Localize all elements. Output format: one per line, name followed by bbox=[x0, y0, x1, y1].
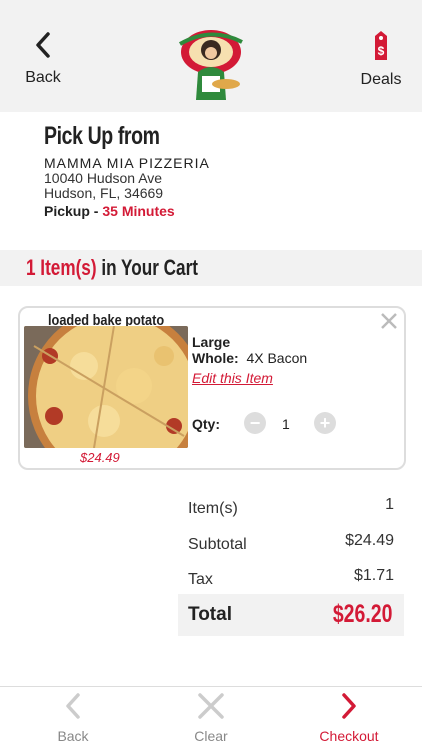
cart-item-count: 1 Item(s) bbox=[26, 255, 97, 280]
bottom-back-button[interactable]: Back bbox=[28, 691, 118, 744]
logo-graphic bbox=[178, 30, 243, 100]
totals-tax-label: Tax bbox=[188, 571, 213, 588]
address-line-1: 10040 Hudson Ave bbox=[44, 170, 163, 186]
checkout-label: Checkout bbox=[319, 728, 379, 744]
item-size: Large bbox=[192, 334, 231, 350]
cart-title-suffix: in Your Cart bbox=[96, 255, 198, 280]
totals-tax-row: Tax $1.71 bbox=[188, 567, 394, 589]
clear-label: Clear bbox=[194, 728, 228, 744]
item-whole-label: Whole: bbox=[192, 350, 239, 366]
grand-total-value: $26.20 bbox=[332, 600, 392, 628]
qty-value: 1 bbox=[282, 416, 290, 432]
cart-item-card: loaded bake potato $24.49 Large Whole: 4… bbox=[18, 306, 406, 470]
totals-subtotal-row: Subtotal $24.49 bbox=[188, 532, 394, 554]
totals-subtotal-value: $24.49 bbox=[345, 532, 394, 549]
top-header: Back $ Deals bbox=[0, 0, 422, 112]
item-photo bbox=[24, 326, 188, 448]
pickup-time-row: Pickup - 35 Minutes bbox=[44, 203, 404, 219]
bottom-back-label: Back bbox=[57, 728, 89, 744]
pickup-time-label: Pickup - bbox=[44, 203, 103, 219]
edit-item-link[interactable]: Edit this Item bbox=[192, 370, 273, 386]
chevron-left-icon bbox=[36, 32, 50, 58]
chevron-right-icon bbox=[342, 693, 356, 719]
pizza-image bbox=[24, 326, 188, 448]
pickup-time-value: 35 Minutes bbox=[102, 203, 175, 219]
checkout-button[interactable]: Checkout bbox=[304, 691, 394, 744]
header-deals-label: Deals bbox=[360, 71, 402, 88]
item-topping-row: Whole: 4X Bacon bbox=[192, 350, 307, 366]
header-back-button[interactable]: Back bbox=[18, 30, 68, 87]
cart-header-band: 1 Item(s) in Your Cart bbox=[0, 250, 422, 286]
qty-decrease-button[interactable]: − bbox=[244, 412, 266, 434]
header-deals-button[interactable]: $ Deals bbox=[356, 30, 406, 89]
totals-tax-value: $1.71 bbox=[353, 567, 394, 584]
cart-title: 1 Item(s) in Your Cart bbox=[26, 255, 198, 281]
remove-item-icon[interactable] bbox=[378, 310, 400, 332]
restaurant-logo[interactable] bbox=[176, 20, 246, 108]
item-whole-value: 4X Bacon bbox=[246, 350, 308, 366]
address-line-2: Hudson, FL, 34669 bbox=[44, 185, 164, 201]
qty-increase-button[interactable]: + bbox=[314, 412, 336, 434]
totals-items-label: Item(s) bbox=[188, 500, 238, 517]
header-back-label: Back bbox=[25, 69, 61, 86]
svg-text:$: $ bbox=[378, 44, 385, 58]
grand-total-row: Total $26.20 bbox=[178, 594, 404, 636]
close-icon bbox=[198, 693, 224, 719]
clear-cart-button[interactable]: Clear bbox=[166, 691, 256, 744]
pickup-title: Pick Up from bbox=[44, 122, 160, 150]
chevron-left-icon bbox=[66, 693, 80, 719]
item-price: $24.49 bbox=[80, 450, 120, 465]
totals-items-value: 1 bbox=[385, 496, 394, 513]
grand-total-label: Total bbox=[188, 604, 232, 625]
store-name: MAMMA MIA PIZZERIA bbox=[44, 155, 210, 171]
totals-items-row: Item(s) 1 bbox=[188, 496, 394, 518]
qty-label: Qty: bbox=[192, 416, 220, 432]
price-tag-icon: $ bbox=[375, 31, 387, 60]
pickup-info: Pick Up from MAMMA MIA PIZZERIA 10040 Hu… bbox=[44, 122, 404, 219]
bottom-nav: Back Clear Checkout bbox=[0, 686, 422, 751]
totals-subtotal-label: Subtotal bbox=[188, 536, 247, 553]
